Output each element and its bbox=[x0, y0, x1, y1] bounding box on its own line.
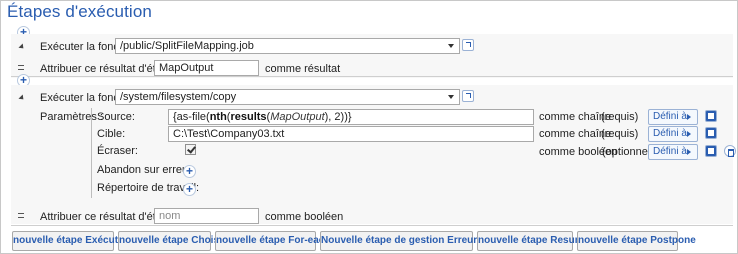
parameters-label: Paramètres : bbox=[40, 111, 103, 123]
param-source-label: Source: bbox=[97, 111, 135, 123]
assign-result-suffix: comme résultat bbox=[265, 63, 341, 75]
assign-result-suffix: comme booléen bbox=[265, 211, 344, 223]
drag-handle-icon[interactable] bbox=[18, 65, 24, 70]
param-abort-on-error-label: Abandon sur erreur: bbox=[97, 164, 195, 176]
book-icon[interactable] bbox=[705, 127, 717, 139]
param-overwrite-checkbox[interactable] bbox=[185, 144, 196, 155]
add-param-icon[interactable]: + bbox=[183, 183, 196, 196]
new-postpone-step-button[interactable]: nouvelle étape Postpone bbox=[577, 231, 696, 251]
param-target-required: (requis) bbox=[601, 128, 639, 140]
caret-right-icon bbox=[687, 149, 691, 155]
open-external-icon[interactable] bbox=[462, 39, 474, 51]
divider bbox=[11, 76, 733, 77]
param-overwrite-defined-button[interactable]: Défini à bbox=[648, 144, 698, 160]
chevron-down-icon bbox=[448, 44, 454, 48]
execution-steps-panel: Étapes d'exécution + Exécuter la fonctio… bbox=[0, 0, 738, 254]
caret-right-icon bbox=[687, 114, 691, 120]
new-foreach-step-button[interactable]: nouvelle étape For-each bbox=[215, 231, 330, 251]
caret-right-icon bbox=[687, 131, 691, 137]
param-target-input[interactable]: C:\Test\Company03.txt bbox=[168, 126, 534, 142]
param-source-input[interactable]: {as-file(nth(results(MapOutput), 2))} bbox=[168, 109, 534, 125]
new-execution-step-button[interactable]: nouvelle étape Exécution bbox=[12, 231, 133, 251]
param-overwrite-required: (optionnel) bbox=[602, 146, 654, 158]
open-external-icon[interactable] bbox=[462, 90, 474, 102]
new-error-success-step-button[interactable]: Nouvelle étape de gestion Erreur/Succès bbox=[320, 231, 515, 251]
function-select-value: /public/SplitFileMapping.job bbox=[120, 40, 254, 52]
chevron-down-icon bbox=[448, 95, 454, 99]
function-select[interactable]: /public/SplitFileMapping.job bbox=[115, 38, 460, 54]
new-resume-step-button[interactable]: nouvelle étape Resume bbox=[477, 231, 589, 251]
trash-icon[interactable] bbox=[724, 145, 736, 157]
param-overwrite-label: Écraser: bbox=[97, 145, 138, 157]
function-select-value: /system/filesystem/copy bbox=[120, 91, 237, 103]
function-select[interactable]: /system/filesystem/copy bbox=[115, 89, 460, 105]
divider bbox=[11, 225, 733, 226]
book-icon[interactable] bbox=[705, 110, 717, 122]
add-param-icon[interactable]: + bbox=[183, 165, 196, 178]
result-variable-input[interactable]: nom bbox=[154, 208, 259, 224]
result-variable-input[interactable]: MapOutput bbox=[154, 60, 259, 76]
parameters-divider bbox=[91, 108, 92, 198]
param-target-defined-button[interactable]: Défini à bbox=[648, 126, 698, 142]
new-choose-step-button[interactable]: nouvelle étape Choisir bbox=[118, 231, 226, 251]
book-icon[interactable] bbox=[705, 145, 717, 157]
page-title: Étapes d'exécution bbox=[7, 2, 152, 21]
param-source-defined-button[interactable]: Défini à bbox=[648, 109, 698, 125]
param-source-required: (requis) bbox=[601, 111, 639, 123]
drag-handle-icon[interactable] bbox=[18, 213, 24, 218]
param-target-label: Cible: bbox=[97, 128, 126, 140]
